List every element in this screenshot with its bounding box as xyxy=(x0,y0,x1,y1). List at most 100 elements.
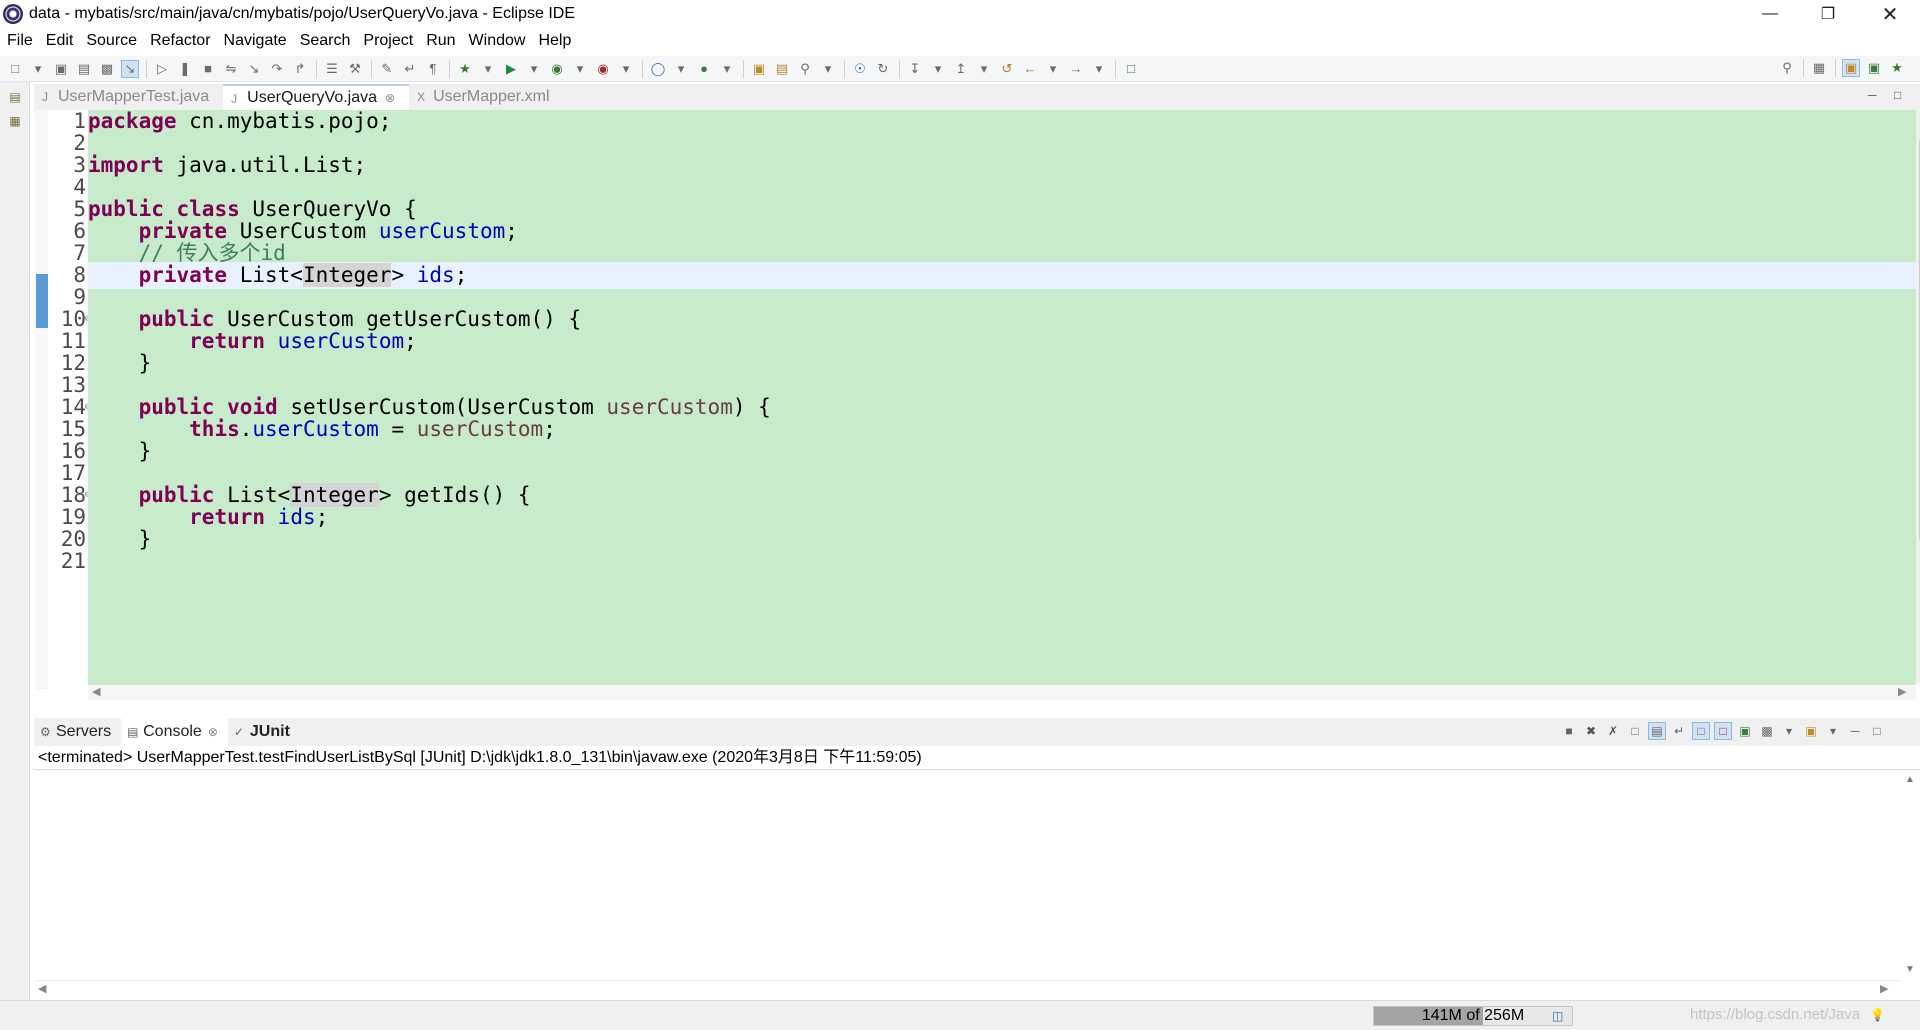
suspend-icon[interactable]: ❚ xyxy=(176,60,194,78)
step-return-icon[interactable]: ↱ xyxy=(291,60,309,78)
remove-launch-icon[interactable]: ✖ xyxy=(1582,722,1600,740)
tab-userqueryvo[interactable]: J UserQueryVo.java ⊗ xyxy=(223,84,410,110)
scroll-left-icon[interactable]: ◀ xyxy=(38,982,46,995)
menu-run[interactable]: Run xyxy=(426,32,455,50)
remove-all-launches-icon[interactable]: ✗ xyxy=(1604,722,1622,740)
terminal-icon[interactable]: ▩ xyxy=(98,60,116,78)
dropdown-icon[interactable]: ▾ xyxy=(1044,60,1062,78)
menu-file[interactable]: File xyxy=(7,32,33,50)
console-output[interactable] xyxy=(34,770,1900,980)
whitespace-icon[interactable]: ¶ xyxy=(424,60,442,78)
editor-vertical-scrollbar[interactable]: ▲ ▼ xyxy=(1916,110,1920,684)
back-icon[interactable]: ← xyxy=(1021,60,1039,78)
new-java-project-icon[interactable]: ◯ xyxy=(649,60,667,78)
menu-refactor[interactable]: Refactor xyxy=(150,32,210,50)
open-console-icon[interactable]: ▣ xyxy=(1802,722,1820,740)
new-icon[interactable]: □ xyxy=(6,60,24,78)
code-editor[interactable]: 12345678910⊖11121314⊖15161718⊖192021 pac… xyxy=(34,109,1920,700)
dropdown-icon[interactable]: ▾ xyxy=(1090,60,1108,78)
dropdown-icon[interactable]: ▾ xyxy=(479,60,497,78)
menu-help[interactable]: Help xyxy=(538,32,571,50)
editor-horizontal-scrollbar[interactable]: ◀ ▶ xyxy=(88,684,1916,700)
forward-icon[interactable]: → xyxy=(1067,60,1085,78)
build-icon[interactable]: ⚒ xyxy=(346,60,364,78)
dropdown-icon[interactable]: ▾ xyxy=(672,60,690,78)
dropdown-icon[interactable]: ▾ xyxy=(975,60,993,78)
dropdown-icon[interactable]: ▾ xyxy=(525,60,543,78)
debug-perspective-icon[interactable]: ★ xyxy=(1888,59,1906,77)
tab-junit[interactable]: ✓ JUnit xyxy=(228,718,300,746)
maximize-editor-icon[interactable]: □ xyxy=(1894,88,1901,102)
code-line[interactable] xyxy=(88,548,1916,575)
refresh-icon[interactable]: ↻ xyxy=(874,60,892,78)
pin-editor-icon[interactable]: □ xyxy=(1122,60,1140,78)
show-on-stderr-icon[interactable]: □ xyxy=(1714,722,1732,740)
menu-source[interactable]: Source xyxy=(86,32,137,50)
open-type-icon[interactable]: ▣ xyxy=(750,60,768,78)
open-console-icon[interactable]: ☰ xyxy=(323,60,341,78)
annotation-icon[interactable]: ↵ xyxy=(401,60,419,78)
menu-project[interactable]: Project xyxy=(363,32,413,50)
coverage-icon[interactable]: ◉ xyxy=(548,60,566,78)
dropdown-icon[interactable]: ▾ xyxy=(929,60,947,78)
console-vertical-scrollbar[interactable]: ▲ ▼ xyxy=(1900,770,1920,980)
scroll-up-icon[interactable]: ▲ xyxy=(1905,774,1915,785)
globe-icon[interactable]: ☉ xyxy=(851,60,869,78)
pin-console-icon[interactable]: ▣ xyxy=(1736,722,1754,740)
prev-annotation-icon[interactable]: ↥ xyxy=(952,60,970,78)
step-over-icon[interactable]: ↷ xyxy=(268,60,286,78)
dropdown-icon[interactable]: ▾ xyxy=(819,60,837,78)
show-on-stdout-icon[interactable]: □ xyxy=(1692,722,1710,740)
search-tool-icon[interactable]: ⚲ xyxy=(796,60,814,78)
package-explorer-icon[interactable]: ▦ xyxy=(6,112,24,130)
terminate-icon[interactable]: ■ xyxy=(199,60,217,78)
scroll-lock-icon[interactable]: ▤ xyxy=(1648,722,1666,740)
dropdown-icon[interactable]: ▾ xyxy=(718,60,736,78)
word-wrap-icon[interactable]: ↵ xyxy=(1670,722,1688,740)
dropdown-icon[interactable]: ▾ xyxy=(29,60,47,78)
close-tab-icon[interactable]: ⊗ xyxy=(208,725,218,739)
garbage-collect-icon[interactable]: ◫ xyxy=(1552,1009,1566,1023)
debug-icon[interactable]: ★ xyxy=(456,60,474,78)
search-icon[interactable]: ⚲ xyxy=(1778,59,1796,77)
last-edit-icon[interactable]: ↺ xyxy=(998,60,1016,78)
code-area[interactable]: package cn.mybatis.pojo; import java.util… xyxy=(88,110,1916,684)
tab-usermappertest[interactable]: J UserMapperTest.java xyxy=(34,84,223,110)
minimize-editor-icon[interactable]: ─ xyxy=(1868,88,1877,102)
save-all-icon[interactable]: ▤ xyxy=(75,60,93,78)
step-into-icon[interactable]: ↘ xyxy=(245,60,263,78)
dropdown-icon[interactable]: ▾ xyxy=(571,60,589,78)
open-folder-icon[interactable]: ▤ xyxy=(773,60,791,78)
menu-edit[interactable]: Edit xyxy=(46,32,74,50)
close-button[interactable]: ✕ xyxy=(1862,0,1918,28)
dropdown-icon[interactable]: ▾ xyxy=(1824,722,1842,740)
dropdown-icon[interactable]: ▾ xyxy=(1780,722,1798,740)
scroll-right-icon[interactable]: ▶ xyxy=(1880,982,1888,995)
tab-console[interactable]: ▤ Console ⊗ xyxy=(121,718,228,746)
menu-window[interactable]: Window xyxy=(469,32,526,50)
skip-breakpoints-icon[interactable]: ↘ xyxy=(121,59,139,78)
toggle-mark-icon[interactable]: ✎ xyxy=(378,60,396,78)
minimize-button[interactable]: — xyxy=(1742,0,1798,28)
resume-icon[interactable]: ▷ xyxy=(153,60,171,78)
next-annotation-icon[interactable]: ↧ xyxy=(906,60,924,78)
tab-usermapper-xml[interactable]: X UserMapper.xml xyxy=(409,84,563,110)
terminate-console-icon[interactable]: ■ xyxy=(1560,722,1578,740)
menu-navigate[interactable]: Navigate xyxy=(224,32,287,50)
restore-button[interactable]: ❐ xyxy=(1800,0,1856,28)
display-console-icon[interactable]: ▩ xyxy=(1758,722,1776,740)
close-tab-icon[interactable]: ⊗ xyxy=(385,91,395,105)
scroll-left-icon[interactable]: ◀ xyxy=(92,685,100,698)
save-icon[interactable]: ▣ xyxy=(52,60,70,78)
tab-servers[interactable]: ⚙ Servers xyxy=(34,718,121,746)
scroll-down-icon[interactable]: ▼ xyxy=(1905,964,1915,975)
restore-view-icon[interactable]: ▤ xyxy=(6,88,24,106)
new-class-icon[interactable]: ● xyxy=(695,60,713,78)
open-perspective-icon[interactable]: ▦ xyxy=(1810,59,1828,77)
dropdown-icon[interactable]: ▾ xyxy=(617,60,635,78)
external-tools-icon[interactable]: ◉ xyxy=(594,60,612,78)
heap-status[interactable]: 141M of 256M xyxy=(1373,1006,1573,1026)
run-icon[interactable]: ▶ xyxy=(502,60,520,78)
maximize-panel-icon[interactable]: □ xyxy=(1868,722,1886,740)
console-horizontal-scrollbar[interactable]: ◀ ▶ xyxy=(34,980,1900,998)
